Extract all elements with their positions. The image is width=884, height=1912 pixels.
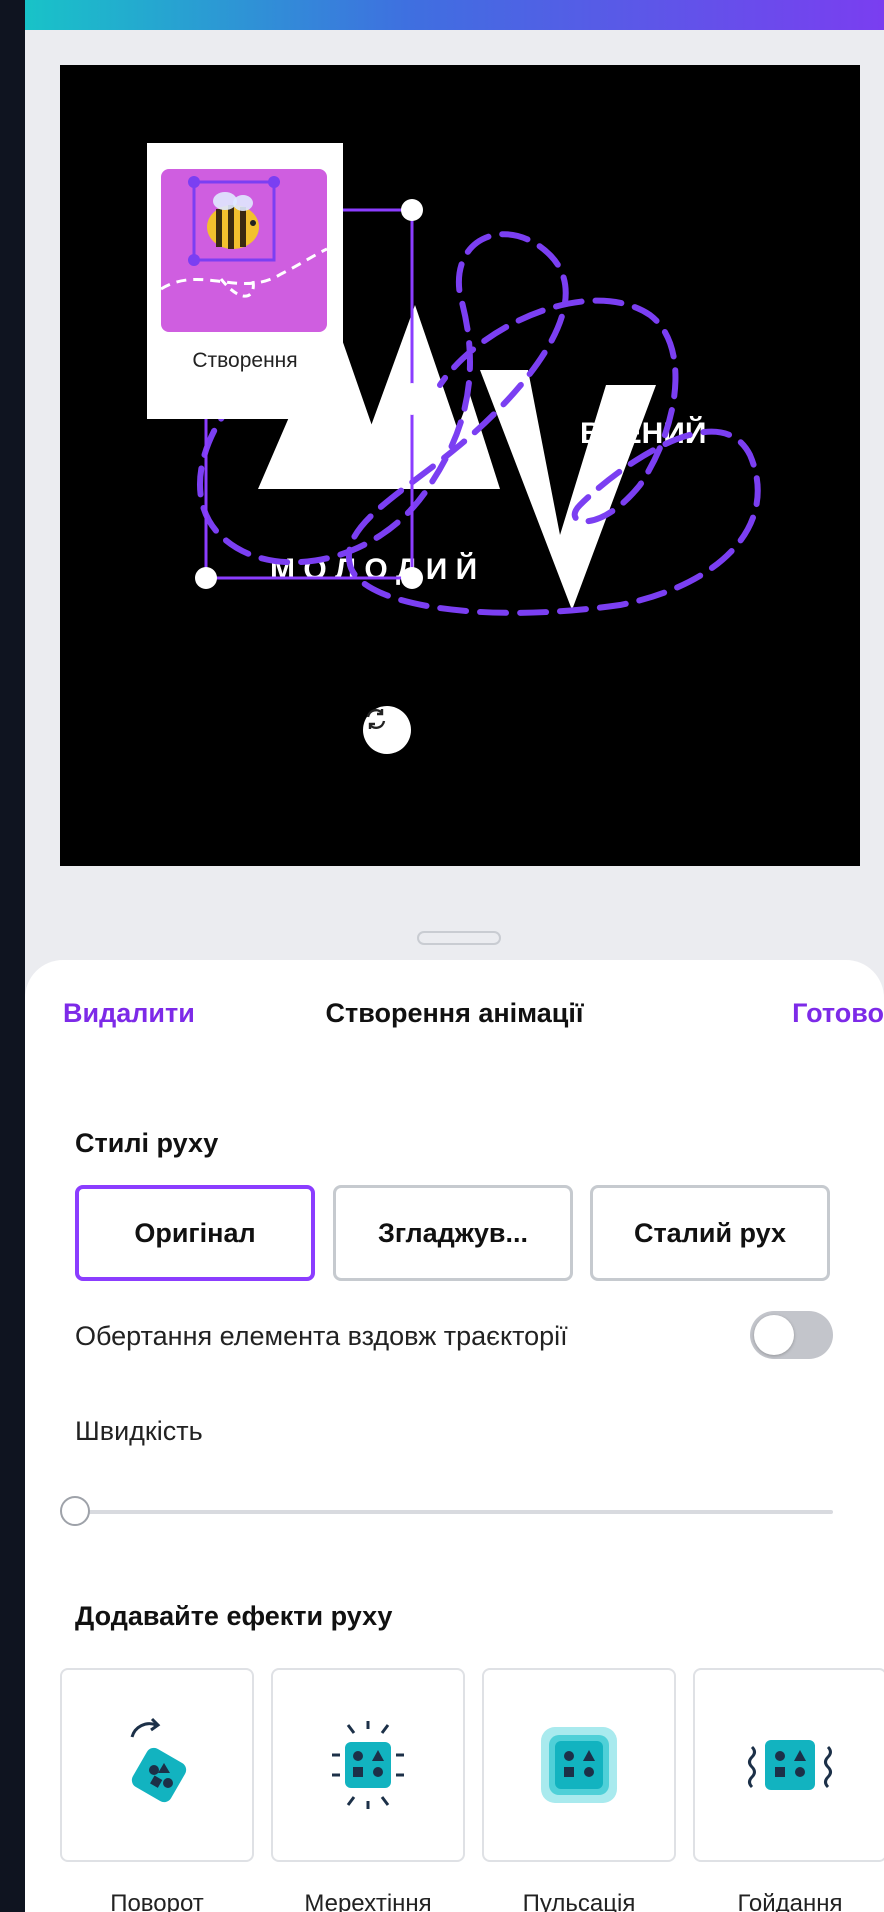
speed-slider-thumb[interactable] — [60, 1496, 90, 1526]
effect-wiggle-card[interactable] — [693, 1668, 884, 1862]
effect-rotate-card[interactable] — [60, 1668, 254, 1862]
wiggle-effect-icon — [748, 1740, 832, 1790]
flicker-effect-icon — [332, 1721, 404, 1809]
rotate-along-path-toggle[interactable] — [750, 1311, 833, 1359]
resize-handle-top-right[interactable] — [401, 199, 423, 221]
animated-element-card[interactable]: Створення — [147, 143, 343, 419]
motion-styles-heading: Стилі руху — [75, 1128, 219, 1158]
resize-handle-bottom-left[interactable] — [195, 567, 217, 589]
done-button[interactable]: Готово — [792, 998, 884, 1029]
effect-pulse-card[interactable] — [482, 1668, 676, 1862]
logo-letter-v — [480, 370, 656, 610]
effect-wiggle-label: Гойдання — [737, 1890, 843, 1912]
speed-slider-track[interactable] — [75, 1510, 833, 1514]
rotate-effect-icon — [130, 1717, 187, 1803]
design-canvas[interactable]: ВЧЕНИЙ М О Л О Д И Й Створення — [60, 65, 860, 866]
sheet-drag-handle[interactable] — [417, 931, 501, 945]
logo-word-bottom: М О Л О Д И Й — [270, 552, 477, 586]
rotate-along-path-label: Обертання елемента вздовж траєкторії — [75, 1321, 568, 1351]
effects-heading: Додавайте ефекти руху — [75, 1601, 393, 1631]
element-label: Створення — [192, 349, 298, 372]
effect-pulse-label: Пульсація — [522, 1890, 636, 1912]
app-screen: ВЧЕНИЙ М О Л О Д И Й Створення Видалити … — [25, 0, 884, 1912]
style-smooth-button[interactable]: Згладжув... — [333, 1185, 573, 1281]
animation-bottom-sheet: Видалити Створення анімації Готово Стилі… — [25, 960, 884, 1912]
style-original-button[interactable]: Оригінал — [75, 1185, 315, 1281]
resize-handle-right[interactable] — [407, 383, 417, 415]
resize-handle-bottom-right[interactable] — [401, 567, 423, 589]
sheet-title: Створення анімації — [325, 998, 584, 1028]
bee-thumbnail — [161, 169, 327, 332]
pulse-effect-icon — [541, 1727, 617, 1803]
rotate-button[interactable] — [363, 706, 411, 754]
effect-flicker-card[interactable] — [271, 1668, 465, 1862]
speed-label: Швидкість — [75, 1416, 203, 1446]
rotate-icon — [366, 709, 386, 729]
toggle-knob — [754, 1315, 794, 1355]
style-steady-button[interactable]: Сталий рух — [590, 1185, 830, 1281]
top-gradient-bar — [25, 0, 884, 30]
effect-rotate-label: Поворот — [110, 1890, 204, 1912]
effect-flicker-label: Мерехтіння — [304, 1890, 432, 1912]
